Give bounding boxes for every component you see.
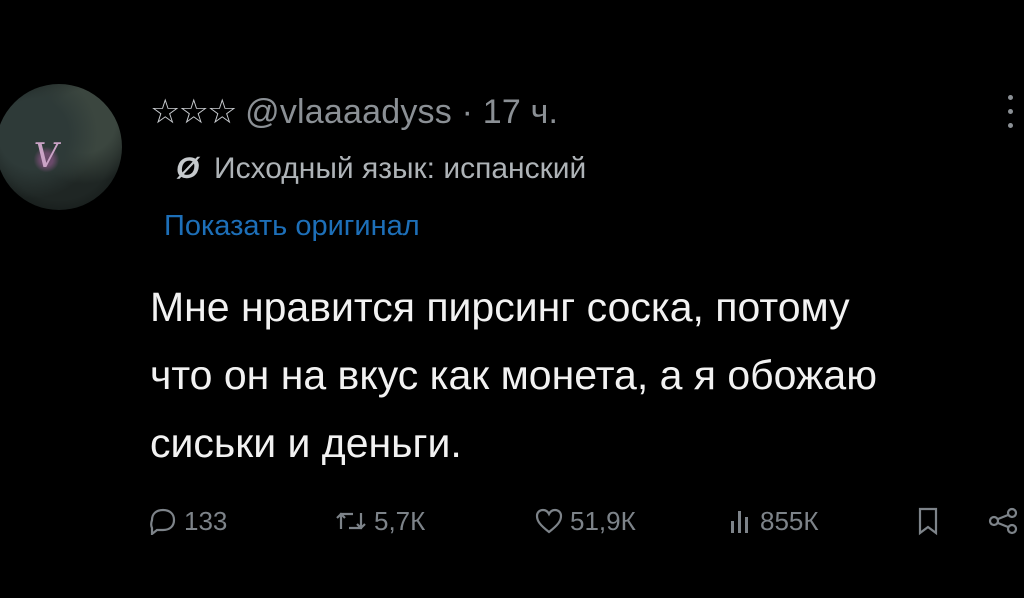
like-button[interactable]: 51,9К [534,506,636,537]
reply-icon [150,508,176,537]
views-button[interactable]: 855К [728,506,819,537]
username-handle[interactable]: @vlaaaadyss [245,93,452,131]
like-count: 51,9К [570,506,636,536]
avatar-image-figure: Ⅴ [31,136,62,176]
tweet-header: ☆☆☆ @vlaaaadyss · 17 ч. [150,92,558,132]
tweet-text-line: сиськи и деньги. [150,420,462,466]
source-language-label: Исходный язык: испанский [214,152,587,185]
retweet-count: 5,7К [374,506,426,536]
bookmark-icon [918,507,938,536]
heart-icon [535,508,563,534]
show-original-link[interactable]: Показать оригинал [164,210,420,243]
views-icon [731,511,748,533]
translate-icon: Ø [176,152,200,185]
tweet-timestamp[interactable]: 17 ч. [483,93,558,131]
share-button[interactable] [986,506,1024,538]
display-name-stars[interactable]: ☆☆☆ [150,93,237,131]
reply-count: 133 [184,506,228,536]
avatar[interactable]: Ⅴ [0,84,122,210]
view-count: 855К [760,506,819,536]
tweet-actions-bar: 133 5,7К 51,9К 855К [148,500,1024,550]
header-separator: · [461,93,474,131]
tweet-text-line: Мне нравится пирсинг соска, потому [150,284,850,330]
tweet-text-line: что он на вкус как монета, а я обожаю [150,352,877,398]
retweet-button[interactable]: 5,7К [334,506,425,537]
bookmark-button[interactable] [916,506,946,538]
share-icon [988,507,1018,535]
tweet-text: Мне нравится пирсинг соска, потому что о… [150,273,1010,477]
translation-note: Ø Исходный язык: испанский [176,152,586,186]
more-icon[interactable] [1008,95,1016,135]
reply-button[interactable]: 133 [148,506,227,537]
retweet-icon [336,512,366,530]
